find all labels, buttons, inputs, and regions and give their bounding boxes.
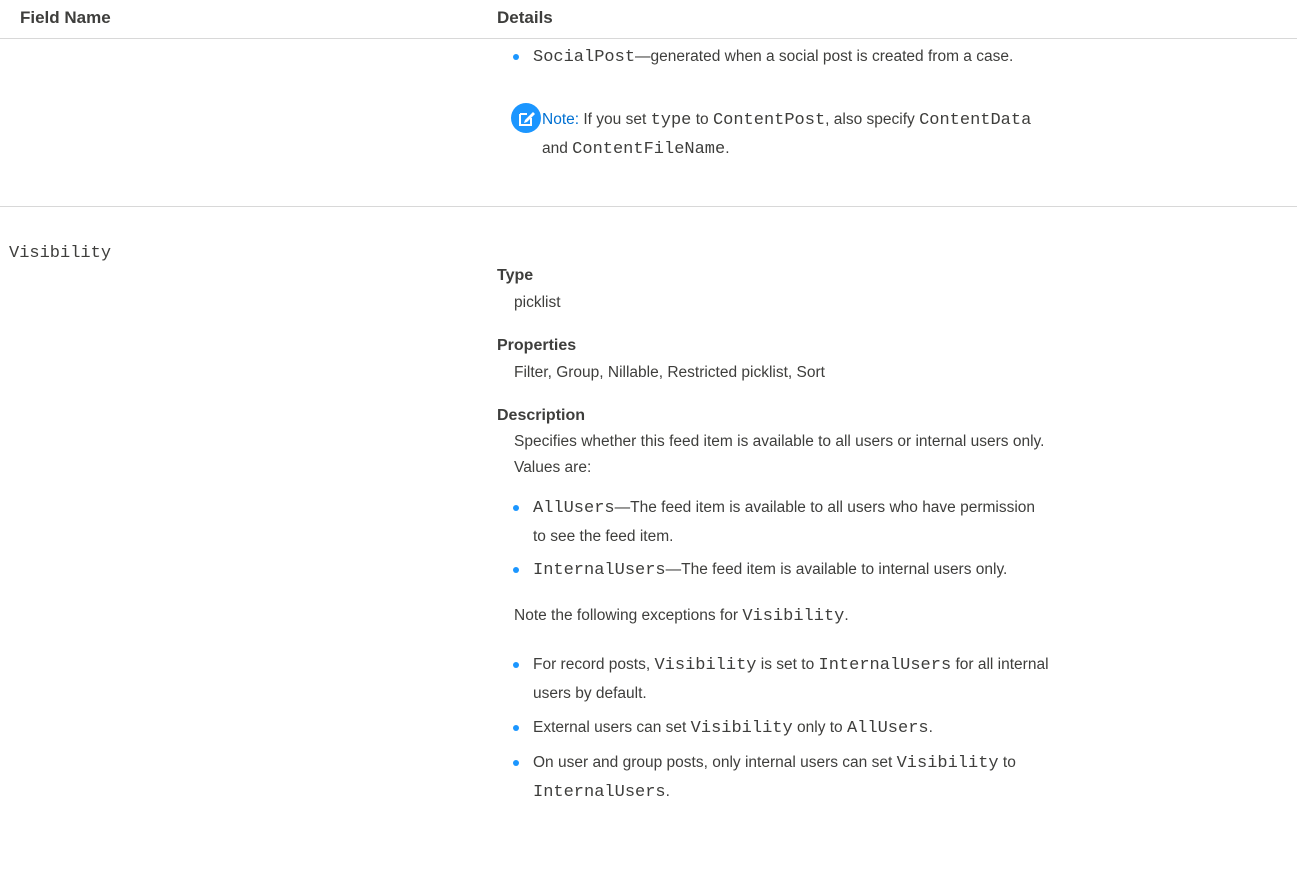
note-text: and (542, 140, 573, 157)
table-row: SocialPost—generated when a social post … (0, 38, 1297, 207)
code-value: type (650, 111, 692, 130)
note-text: If you set (579, 111, 651, 128)
list-item: SocialPost—generated when a social post … (512, 43, 1014, 72)
column-header-details: Details (497, 8, 553, 27)
code-value: InternalUsers (533, 561, 666, 580)
field-name: Visibility (9, 244, 112, 263)
note-text: to (691, 111, 713, 128)
note-text: , also specify (825, 111, 920, 128)
list-item-text: is set to (756, 656, 819, 673)
properties-label: Properties (497, 337, 577, 354)
code-value: AllUsers (846, 719, 929, 738)
code-value: ContentData (919, 111, 1032, 130)
code-value: Visibility (742, 607, 845, 626)
list-item-text: . (928, 719, 933, 736)
edit-note-icon (511, 103, 541, 133)
code-value: Visibility (654, 656, 757, 675)
description-line: Specifies whether this feed item is avai… (514, 433, 1045, 450)
description-text: Specifies whether this feed item is avai… (514, 429, 1044, 481)
list-item: InternalUsers—The feed item is available… (512, 556, 1008, 585)
list-item-text: —generated when a social post is created… (635, 48, 1014, 65)
type-value: picklist (514, 294, 561, 311)
list-item-text: On user and group posts, only internal u… (533, 754, 897, 771)
note-callout: Note: If you set type to ContentPost, al… (542, 106, 1282, 164)
list-item-text: . (665, 783, 670, 800)
list-item-text: —The feed item is available to all users… (614, 499, 1036, 516)
column-header-field-name: Field Name (20, 8, 111, 27)
list-item-text: For record posts, (533, 656, 655, 673)
code-value: ContentPost (712, 111, 826, 130)
code-value: AllUsers (533, 499, 615, 518)
code-value: InternalUsers (818, 656, 952, 675)
type-label: Type (497, 267, 534, 284)
table-header: Field Name Details (0, 0, 1297, 39)
list-item: External users can set Visibility only t… (513, 714, 933, 743)
paragraph-text: Note the following exceptions for (514, 607, 743, 624)
list-item-text: —The feed item is available to internal … (665, 561, 1008, 578)
code-value: InternalUsers (533, 783, 666, 802)
paragraph-text: . (844, 607, 849, 624)
list-item-text: only to (792, 719, 847, 736)
list-item: On user and group posts, only internal u… (513, 749, 1016, 807)
list-item-text: users by default. (533, 685, 647, 702)
code-value: SocialPost (533, 48, 636, 67)
code-value: ContentFileName (572, 140, 726, 159)
description-line: Values are: (514, 459, 592, 476)
description-label: Description (497, 407, 586, 424)
list-item-text: to (998, 754, 1016, 771)
exceptions-intro: Note the following exceptions for Visibi… (514, 603, 849, 630)
list-item-text: for all internal (951, 656, 1049, 673)
table-row: Visibility Type picklist Properties Filt… (0, 207, 1297, 886)
list-item: AllUsers—The feed item is available to a… (512, 494, 1036, 551)
properties-value: Filter, Group, Nillable, Restricted pick… (514, 364, 825, 381)
code-value: Visibility (690, 719, 793, 738)
note-label: Note: (542, 111, 580, 128)
list-item: For record posts, Visibility is set to I… (513, 651, 1049, 708)
list-item-text: External users can set (533, 719, 691, 736)
note-text: . (725, 140, 730, 157)
list-item-text: to see the feed item. (533, 528, 674, 545)
code-value: Visibility (896, 754, 999, 773)
